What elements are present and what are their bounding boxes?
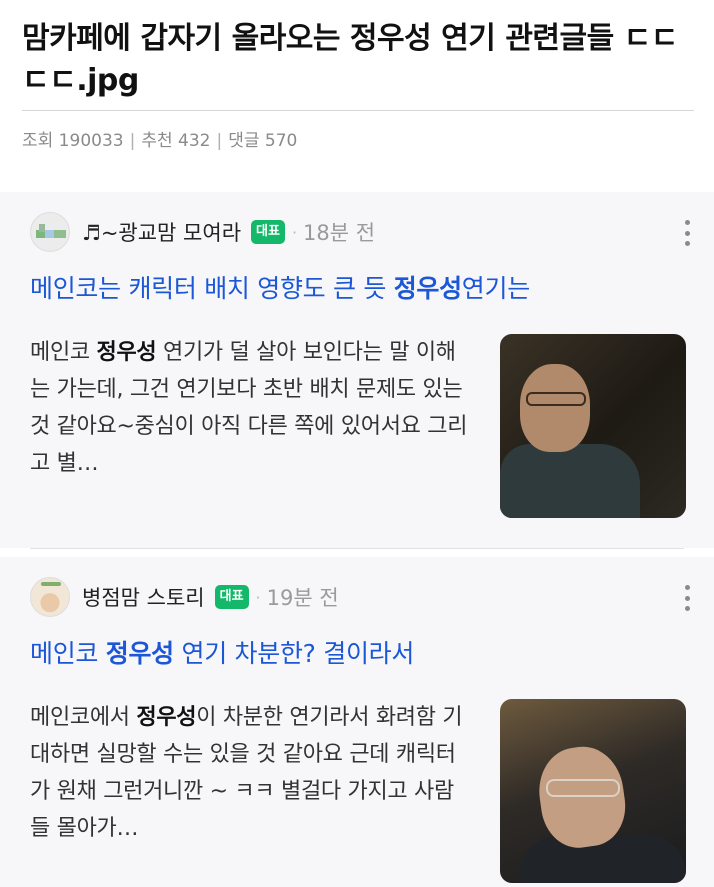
thumbnail-figure-glasses [526,392,586,406]
title-divider [22,110,694,111]
headline-text: 메인코 [30,639,106,668]
search-result-card[interactable]: 병점맘 스토리 대표 · 19분 전 메인코 정우성 연기 차분한? 결이라서 … [0,557,714,887]
card-divider [30,548,684,549]
post-meta: 조회 190033 | 추천 432 | 댓글 570 [22,126,297,151]
thumbnail-figure-glasses [546,779,620,797]
excerpt-text: 메인코에서 [30,705,137,730]
post-time: 18분 전 [303,221,376,245]
headline-keyword: 정우성 [105,639,174,668]
result-thumbnail[interactable] [500,699,686,883]
more-vertical-icon[interactable] [684,220,690,246]
more-vertical-icon[interactable] [684,585,690,611]
headline-keyword: 정우성 [393,274,462,303]
source-row: 병점맘 스토리 대표 · 19분 전 [30,577,690,617]
views-count: 조회 190033 [22,131,124,151]
representative-badge: 대표 [251,220,285,244]
headline-text: 연기는 [461,274,530,303]
source-name[interactable]: 병점맘 스토리 [82,582,205,612]
recommend-count: 추천 432 [141,131,211,151]
meta-separator: | [129,131,136,151]
result-thumbnail[interactable] [500,334,686,518]
dot-separator: · [255,587,261,607]
source-avatar[interactable] [30,212,70,252]
representative-badge: 대표 [214,585,249,609]
dot-separator: · [291,222,298,242]
result-excerpt[interactable]: 메인코 정우성 연기가 덜 살아 보인다는 말 이해는 가는데, 그건 연기보다… [30,334,470,482]
search-result-card[interactable]: ♬~광교맘 모여라 대표 · 18분 전 메인코는 캐릭터 배치 영향도 큰 듯… [0,192,714,548]
post-title: 맘카페에 갑자기 올라오는 정우성 연기 관련글들 ㄷㄷㄷㄷ.jpg [22,21,678,98]
excerpt-keyword: 정우성 [96,340,157,365]
source-avatar[interactable] [30,577,70,617]
excerpt-keyword: 정우성 [136,705,197,730]
source-name[interactable]: ♬~광교맘 모여라 [82,217,241,247]
result-excerpt[interactable]: 메인코에서 정우성이 차분한 연기라서 화려함 기대하면 실망할 수는 있을 것… [30,699,470,847]
meta-separator: | [216,131,223,151]
headline-text: 메인코는 캐릭터 배치 영향도 큰 듯 [30,274,394,303]
thumbnail-figure-face [520,364,590,452]
result-headline[interactable]: 메인코는 캐릭터 배치 영향도 큰 듯 정우성연기는 [30,272,690,306]
post-time: 19분 전 [266,586,339,610]
comments-count: 댓글 570 [228,131,298,151]
headline-text: 연기 차분한? 결이라서 [173,639,415,668]
thumbnail-figure-coat [500,444,640,518]
result-headline[interactable]: 메인코 정우성 연기 차분한? 결이라서 [30,637,690,671]
source-row: ♬~광교맘 모여라 대표 · 18분 전 [30,212,690,252]
excerpt-text: 메인코 [30,340,97,365]
